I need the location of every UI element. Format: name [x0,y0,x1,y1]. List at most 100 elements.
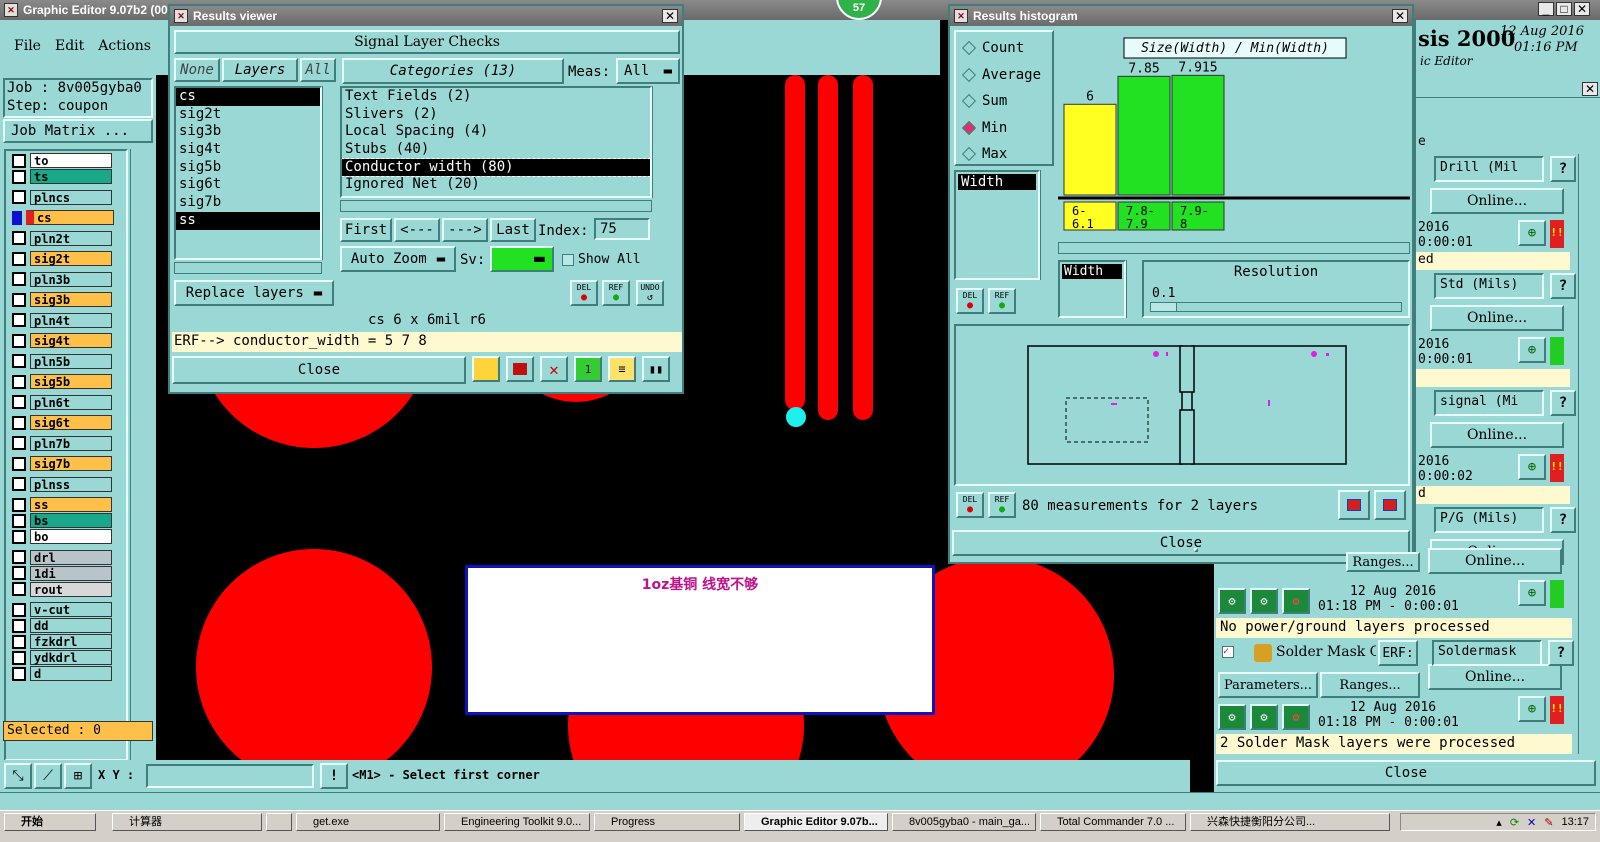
mode-radio-min[interactable]: Min [961,120,1007,136]
layer-checkbox[interactable] [12,436,26,450]
none-button[interactable]: None [174,58,220,82]
online-button[interactable]: Online... [1430,188,1564,214]
layer-row[interactable]: ydkdrl [10,650,112,665]
prev-button[interactable]: <--- [394,218,440,242]
layer-name[interactable]: bs [30,513,112,528]
minimize-icon[interactable]: _ [1538,2,1554,16]
category-item[interactable]: Stubs (40) [342,141,650,159]
layer-row[interactable]: drl [10,549,112,565]
layer-name[interactable]: sig6t [30,415,112,430]
sm-online-button[interactable]: Online... [1428,664,1562,690]
sm-help-icon[interactable]: ? [1548,640,1574,666]
layer-row[interactable]: plnss [10,476,112,492]
layer-checkbox[interactable] [12,477,26,491]
layer-checkbox[interactable] [12,333,26,348]
layer-row[interactable]: pln6t [10,394,112,410]
layer-name[interactable]: sig7b [30,456,112,471]
width-list[interactable]: Width [954,170,1040,280]
pg-online-button[interactable]: Online... [1428,548,1562,574]
layer-row[interactable]: sig7b [10,456,112,471]
all-button[interactable]: All [300,58,336,82]
layer-name[interactable]: rout [30,581,112,597]
show-all-checkbox[interactable]: Show All [562,252,641,267]
layer-row[interactable]: sig5b [10,374,112,389]
result-layer-item[interactable]: sig7b [176,194,320,212]
mode-radio-average[interactable]: Average [961,67,1041,83]
category-item[interactable]: Ignored Net (20) [342,176,650,194]
sm-run-icon-3[interactable]: ⚙ [1282,704,1310,730]
layer-name[interactable]: ss [30,497,112,512]
layer-name[interactable]: sig3b [30,292,112,307]
analysis-close-icon[interactable]: ✕ [1582,82,1598,96]
chart-red-icon[interactable] [506,356,534,382]
sm-params-button[interactable]: Parameters... [1218,672,1318,698]
number-icon[interactable]: 1 [574,356,602,382]
meas-dropdown[interactable]: All ▬ [616,58,680,84]
online-button[interactable]: Online... [1430,305,1564,331]
histogram-bar[interactable] [1171,74,1225,196]
category-item[interactable]: Conductor width (80) [342,157,650,178]
layer-checkbox[interactable] [12,272,26,286]
layer-row[interactable]: pln4t [10,312,112,328]
pg-params-button[interactable]: Parameters... [1194,548,1198,552]
layer-name[interactable]: sig5b [30,374,112,389]
layer-checkbox[interactable] [12,190,26,204]
layer-checkbox[interactable] [12,497,26,512]
category-item[interactable]: Local Spacing (4) [342,123,650,141]
last-button[interactable]: Last [490,218,536,242]
run-icon-3[interactable]: ⚙ [1282,588,1310,614]
result-layer-item[interactable]: sig2t [176,106,320,124]
layer-name[interactable]: plnss [30,476,112,492]
auto-zoom-dropdown[interactable]: Auto Zoom ▬ [340,246,456,272]
layer-row[interactable]: pln5b [10,353,112,369]
width-item[interactable]: Width [958,174,1036,190]
layer-name[interactable]: d [30,666,112,681]
layer-row[interactable]: sig4t [10,333,112,348]
mode-radio-count[interactable]: Count [961,40,1024,56]
layer-name[interactable]: pln2t [30,230,112,246]
layer-checkbox[interactable] [12,550,26,564]
maximize-icon[interactable]: □ [1556,2,1572,16]
ref-button[interactable]: REF ● [602,280,630,306]
close-button[interactable]: Close [172,356,466,384]
layer-row[interactable]: v-cut [10,602,112,617]
histogram-bar[interactable] [1117,75,1171,196]
taskbar-item[interactable]: Progress [594,813,740,831]
layer-row[interactable]: sig2t [10,251,112,266]
menu-file[interactable]: File [14,38,41,54]
layer-name[interactable]: dd [30,618,112,633]
next-button[interactable]: ---> [442,218,488,242]
layer-row[interactable]: d [10,666,112,681]
mode-radio-max[interactable]: Max [961,146,1007,162]
layer-name[interactable]: drl [30,549,112,565]
help-icon[interactable]: ? [1550,156,1576,182]
zoom-icon[interactable]: ⊕ [1518,220,1546,246]
layer-checkbox[interactable] [12,231,26,245]
sm-ranges-button[interactable]: Ranges... [1320,672,1420,698]
result-layer-item[interactable]: cs [176,88,320,106]
replace-layers-dropdown[interactable]: Replace layers ▬ [174,280,334,306]
layer-checkbox[interactable] [12,395,26,409]
help-icon[interactable]: ? [1550,273,1576,299]
result-layer-item[interactable]: sig6t [176,176,320,194]
layer-name[interactable]: pln7b [30,435,112,451]
layer-name[interactable]: fzkdrl [30,634,112,649]
layer-checkbox[interactable] [12,415,26,430]
close-icon[interactable]: ✕ [1392,9,1408,23]
layer-checkbox[interactable] [12,313,26,327]
analysis-close-button[interactable]: Close [1216,760,1596,786]
warning-icon[interactable]: ! [320,763,348,789]
run-icon-1[interactable]: ⚙ [1218,588,1246,614]
categories-button[interactable]: Categories (13) [342,58,564,84]
layer-checkbox[interactable] [12,666,26,681]
layer-name[interactable]: sig2t [30,251,112,266]
layer-checkbox[interactable] [12,634,26,649]
layer-name[interactable]: v-cut [30,602,112,617]
pg-zoom-icon[interactable]: ⊕ [1518,580,1546,606]
preview-ref-button[interactable]: REF ● [988,492,1016,518]
layer-checkbox[interactable] [12,529,26,544]
layer-checkbox[interactable] [12,650,26,665]
pg-ranges-button[interactable]: Ranges... [1346,552,1420,572]
layer-name[interactable]: 1di [30,565,112,581]
import-icon[interactable] [1374,490,1406,520]
